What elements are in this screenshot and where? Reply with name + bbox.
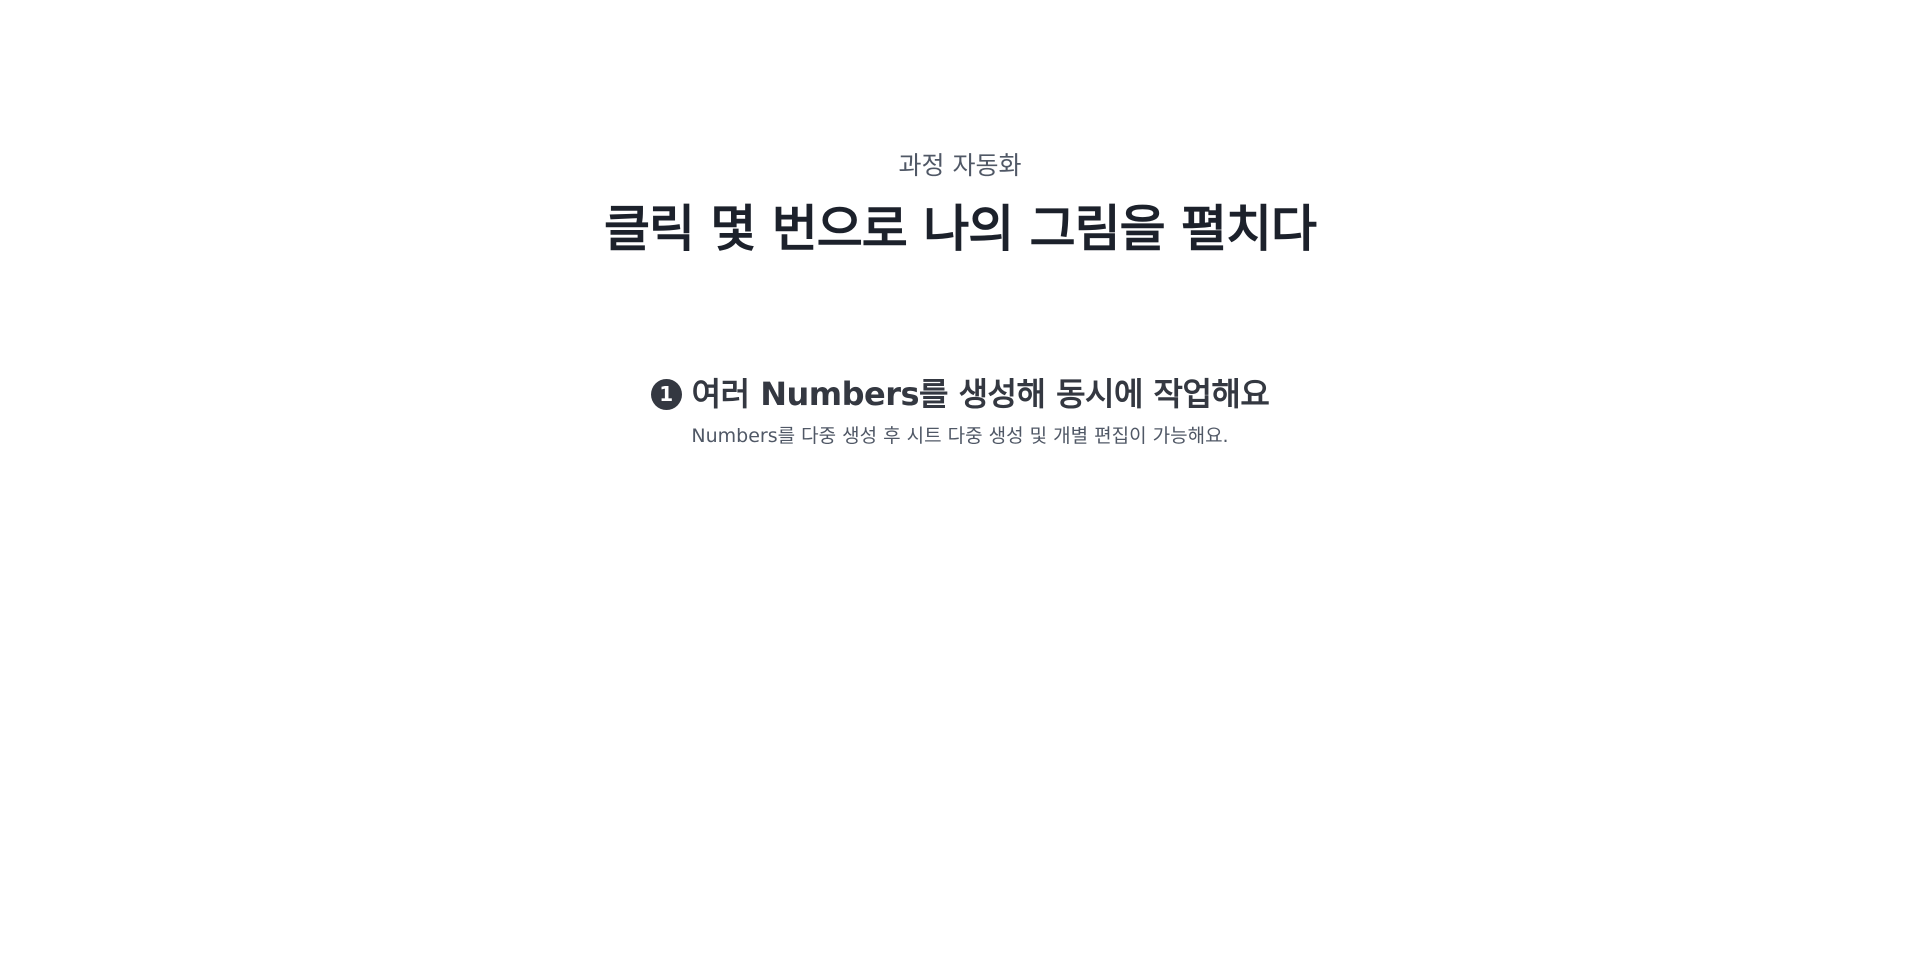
hero-section: 과정 자동화 클릭 몇 번으로 나의 그림을 펼치다 [0, 148, 1920, 260]
feature-title: 여러 Numbers를 생성해 동시에 작업해요 [691, 375, 1270, 413]
feature-step: 1 여러 Numbers를 생성해 동시에 작업해요 Numbers를 다중 생… [0, 372, 1920, 450]
section-eyebrow: 과정 자동화 [898, 151, 1022, 180]
step-number-badge: 1 [650, 378, 682, 410]
feature-title-row: 1 여러 Numbers를 생성해 동시에 작업해요 [650, 372, 1270, 416]
feature-description: Numbers를 다중 생성 후 시트 다중 생성 및 개별 편집이 가능해요. [691, 425, 1229, 447]
page-title: 클릭 몇 번으로 나의 그림을 펼치다 [603, 200, 1317, 258]
